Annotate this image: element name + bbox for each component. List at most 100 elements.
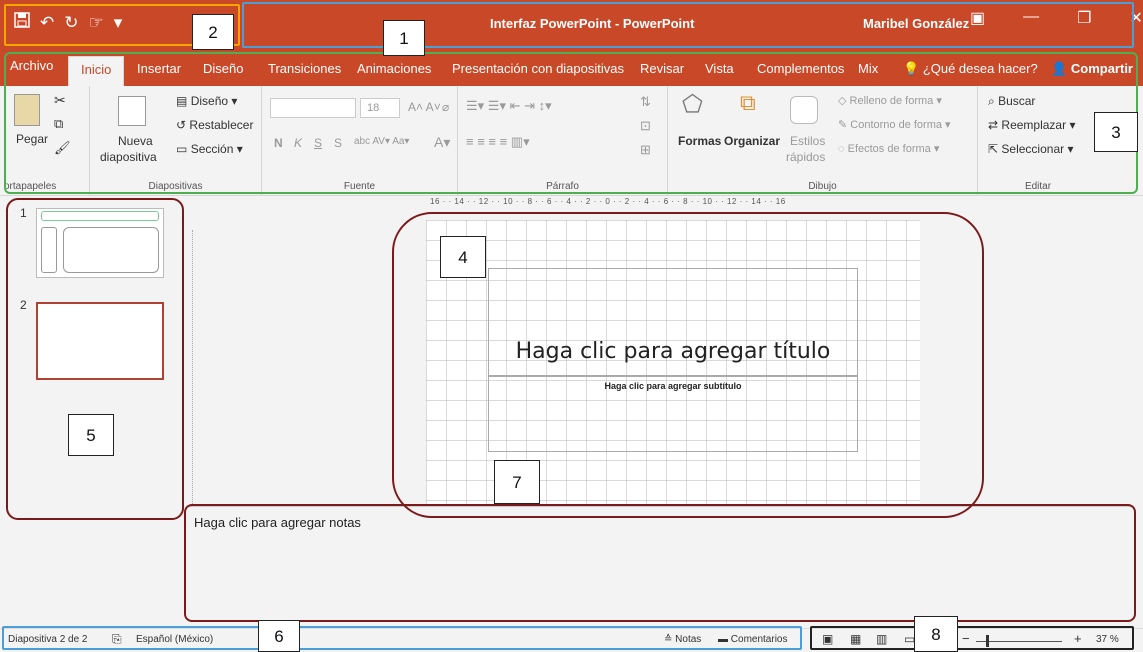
tab-inicio[interactable]: Inicio [68,56,125,86]
bold-button[interactable]: N [274,136,283,150]
vertical-ruler [192,230,204,510]
callout-8: 8 [914,616,958,652]
font-color-icon[interactable]: A▾ [434,134,450,151]
comments-button[interactable]: ▬ Comentarios [718,634,787,645]
tab-mix[interactable]: Mix [858,61,878,76]
zoom-slider-thumb[interactable] [986,635,989,647]
reading-view-icon[interactable]: ▥ [876,632,887,646]
replace-button[interactable]: ⇄ Reemplazar ▾ [988,118,1075,132]
font-name-combo[interactable] [270,98,356,118]
smartart-icon[interactable]: ⊞ [640,142,651,158]
clear-format-icon[interactable]: ⌀ [442,100,449,114]
select-label: Seleccionar [1001,142,1065,156]
paste-button[interactable]: Pegar [16,132,48,146]
shadow-button[interactable]: S [334,136,342,150]
tell-me-label: ¿Qué desea hacer? [922,61,1038,76]
thumbnail-number: 1 [20,206,27,220]
group-label-drawing: Dibujo [808,181,837,192]
tab-presentacion[interactable]: Presentación con diapositivas [452,61,624,76]
new-slide-icon[interactable] [118,96,146,126]
tell-me-search[interactable]: 💡 ¿Qué desea hacer? [903,61,1038,77]
shape-effects-button[interactable]: ◌ Efectos de forma ▾ [838,142,939,155]
zoom-level[interactable]: 37 % [1096,634,1119,645]
arrange-button[interactable]: Organizar [724,134,780,148]
ribbon-display-icon[interactable]: ▣ [970,8,985,28]
text-direction-icon[interactable]: ⇅ [640,94,651,110]
undo-icon[interactable]: ↶ [40,13,54,33]
copy-icon[interactable]: ⧉ [54,116,63,132]
new-slide-label-2[interactable]: diapositiva [100,150,157,164]
language-indicator[interactable]: Español (México) [136,634,213,645]
share-button[interactable]: 👤 Compartir [1051,61,1133,77]
tab-insertar[interactable]: Insertar [137,61,181,76]
italic-button[interactable]: K [294,136,302,150]
reset-label: Restablecer [189,118,254,132]
thumbnail-side-box [41,227,57,273]
section-button[interactable]: ▭ Sección ▾ [176,142,243,156]
slide-sorter-icon[interactable]: ▦ [850,632,861,646]
slide-thumbnail-1[interactable] [36,208,164,278]
tab-revisar[interactable]: Revisar [640,61,684,76]
subtitle-placeholder[interactable]: Haga clic para agregar subtítulo [488,376,858,452]
notes-button[interactable]: ≙ Notas [664,634,701,645]
zoom-in-icon[interactable]: + [1074,631,1082,646]
tab-vista[interactable]: Vista [705,61,734,76]
group-font: 18 A˄ A˅ ⌀ N K S S abc AV▾ Aa▾ A▾ Fuente [262,86,458,196]
title-placeholder[interactable]: Haga clic para agregar título [488,268,858,376]
group-label-clipboard: ortapapeles [4,181,57,192]
font-size-combo[interactable]: 18 [360,98,400,118]
callout-1: 1 [383,20,425,56]
align-icon[interactable]: ≡ ≡ ≡ ≡ ▥▾ [466,134,530,150]
notes-pane[interactable]: Haga clic para agregar notas [186,506,1134,642]
format-painter-icon[interactable]: 🖌 [54,140,71,156]
slide-thumbnail-2[interactable] [36,302,164,380]
zoom-out-icon[interactable]: − [962,631,970,646]
save-icon[interactable] [14,12,30,33]
touch-mode-icon[interactable]: ☞ [89,13,104,33]
shape-outline-button[interactable]: ✎ Contorno de forma ▾ [838,118,951,131]
quick-styles-label-2[interactable]: rápidos [786,150,825,164]
cursor-icon: ⇱ [988,142,999,156]
fill-icon: ◇ [838,95,847,107]
tab-archivo[interactable]: Archivo [10,58,53,73]
minimize-icon[interactable]: — [1023,8,1039,28]
grow-font-icon[interactable]: A˄ A˅ [408,100,441,114]
thumbnail-title-box [41,211,159,221]
arrange-icon[interactable]: ⧉ [740,90,756,116]
close-icon[interactable]: ✕ [1129,8,1142,28]
tab-complementos[interactable]: Complementos [757,61,844,76]
group-clipboard: Pegar ✂ ⧉ 🖌 ortapapeles [0,86,90,196]
quick-styles-label-1[interactable]: Estilos [790,134,825,148]
user-name[interactable]: Maribel González [863,16,969,31]
shape-effects-label: Efectos de forma [847,143,931,155]
shape-fill-button[interactable]: ◇ Relleno de forma ▾ [838,94,942,107]
spellcheck-icon[interactable]: ⎘ [112,632,122,647]
ribbon: Pegar ✂ ⧉ 🖌 ortapapeles Nueva diapositiv… [0,86,1143,196]
underline-button[interactable]: S [314,136,322,150]
shapes-button[interactable]: Formas [678,134,721,148]
quick-styles-icon[interactable] [790,96,818,124]
shapes-icon[interactable]: ⬠ [682,90,703,119]
paste-icon[interactable] [14,94,40,126]
slide-thumbnails-pane: 1 2 [14,198,182,520]
cut-icon[interactable]: ✂ [54,92,66,109]
redo-icon[interactable]: ↻ [64,13,78,33]
normal-view-icon[interactable]: ▣ [822,632,833,646]
new-slide-label-1[interactable]: Nueva [118,134,153,148]
comments-label: Comentarios [730,634,788,645]
select-button[interactable]: ⇱ Seleccionar ▾ [988,142,1073,156]
align-text-icon[interactable]: ⊡ [640,118,651,134]
restore-icon[interactable]: ❐ [1077,8,1091,28]
outline-icon: ✎ [838,119,848,131]
group-drawing: ⬠ Formas ⧉ Organizar Estilos rápidos ◇ R… [668,86,978,196]
customize-qat-icon[interactable]: ▾ [114,13,123,33]
group-label-editing: Editar [1024,181,1052,192]
find-button[interactable]: ⌕ Buscar [988,94,1035,109]
reset-button[interactable]: ↺ Restablecer [176,118,253,132]
tab-transiciones[interactable]: Transiciones [268,61,341,76]
tab-animaciones[interactable]: Animaciones [357,61,431,76]
layout-button[interactable]: ▤ Diseño ▾ [176,94,237,108]
char-spacing-icon[interactable]: abc AV▾ Aa▾ [354,136,409,147]
bullets-icon[interactable]: ☰▾ ☰▾ ⇤ ⇥ ↕▾ [466,98,552,114]
tab-diseno[interactable]: Diseño [203,61,243,76]
